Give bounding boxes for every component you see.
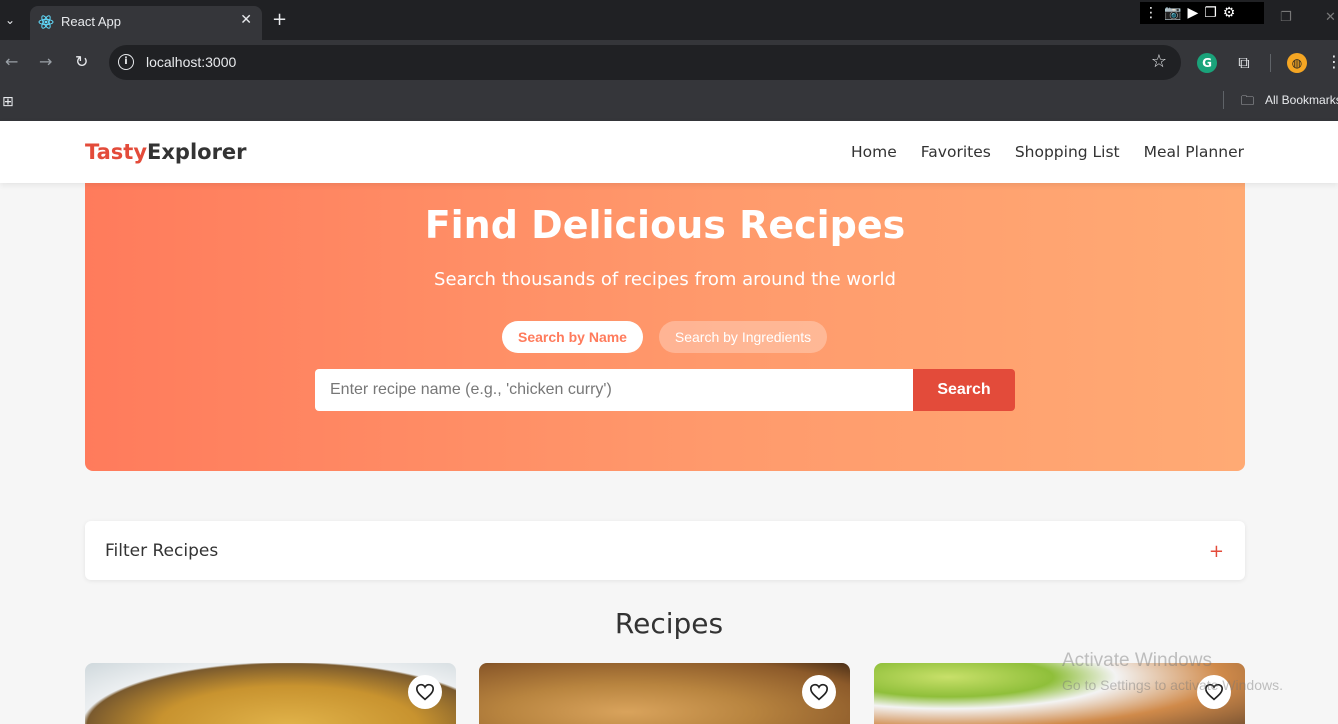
video-icon[interactable]: ▶ (1187, 3, 1198, 23)
bookmarks-divider (1223, 91, 1224, 109)
react-icon (38, 15, 54, 29)
recipe-card[interactable] (479, 663, 850, 724)
expand-plus-icon[interactable]: + (1209, 541, 1224, 562)
recipes-heading: Recipes (614, 607, 724, 640)
folder-icon[interactable]: 🗀 (1241, 92, 1254, 114)
heart-icon (809, 683, 829, 701)
activate-windows-subtext: Go to Settings to activate Windows. (1062, 677, 1283, 693)
hero-subtitle: Search thousands of recipes from around … (434, 269, 896, 290)
search-by-name-toggle[interactable]: Search by Name (502, 321, 643, 353)
restore-icon[interactable]: ❐ (1280, 10, 1292, 25)
nav-links: Home Favorites Shopping List Meal Planne… (851, 143, 1244, 161)
toolbar-divider (1270, 54, 1271, 72)
address-bar-row: ← → ↻ i localhost:3000 ☆ G ⧉ ◍ ⋮ (0, 40, 1338, 86)
all-bookmarks-link[interactable]: All Bookmarks (1265, 93, 1338, 107)
nav-favorites[interactable]: Favorites (921, 143, 991, 161)
recipe-card[interactable] (874, 663, 1245, 724)
gear-icon[interactable]: ⚙ (1223, 3, 1236, 23)
logo-part-1: Tasty (85, 140, 148, 164)
url-text[interactable]: localhost:3000 (146, 54, 236, 70)
recipe-card[interactable] (85, 663, 456, 724)
filter-title: Filter Recipes (105, 541, 219, 561)
extensions-icon[interactable]: ⧉ (1234, 53, 1254, 73)
heart-icon (415, 683, 435, 701)
search-input[interactable]: Enter recipe name (e.g., 'chicken curry'… (315, 369, 913, 411)
search-by-ingredients-toggle[interactable]: Search by Ingredients (659, 321, 827, 353)
hero-banner: Find Delicious Recipes Search thousands … (85, 183, 1245, 471)
nav-shopping-list[interactable]: Shopping List (1015, 143, 1120, 161)
bookmarks-bar: ⊞ 🗀 All Bookmarks (0, 86, 1338, 121)
logo-part-2: Explorer (147, 140, 247, 164)
nav-meal-planner[interactable]: Meal Planner (1144, 143, 1244, 161)
browser-tab[interactable]: React App ✕ (30, 6, 262, 40)
grammarly-icon[interactable]: G (1197, 53, 1217, 73)
more-icon[interactable]: ⋮ (1144, 3, 1158, 23)
app-navbar: TastyExplorer Home Favorites Shopping Li… (0, 121, 1338, 183)
tab-title: React App (61, 14, 121, 29)
camera-icon[interactable]: 📷 (1164, 3, 1181, 23)
filter-panel[interactable]: Filter Recipes + (85, 521, 1245, 580)
nav-home[interactable]: Home (851, 143, 897, 161)
forward-icon[interactable]: → (39, 52, 52, 72)
favorite-heart-button[interactable] (802, 675, 836, 709)
hero-title: Find Delicious Recipes (424, 203, 906, 247)
logo[interactable]: TastyExplorer (85, 140, 247, 164)
new-tab-icon[interactable]: + (272, 9, 287, 31)
menu-icon[interactable]: ⋮ (1326, 52, 1338, 71)
window-close-icon[interactable]: ✕ (1325, 10, 1336, 25)
bookmark-star-icon[interactable]: ☆ (1151, 51, 1167, 72)
browser-tab-bar: ⌄ React App ✕ + ⋮ 📷 ▶ ❐ ⚙ ❐ ✕ (0, 0, 1338, 40)
search-button[interactable]: Search (913, 369, 1015, 411)
back-icon[interactable]: ← (5, 52, 18, 72)
apps-grid-icon[interactable]: ⊞ (2, 94, 14, 110)
profile-avatar[interactable]: ◍ (1287, 53, 1307, 73)
tab-search-icon[interactable]: ⌄ (0, 8, 20, 32)
favorite-heart-button[interactable] (408, 675, 442, 709)
window-icon[interactable]: ❐ (1204, 3, 1217, 23)
site-info-icon[interactable]: i (118, 54, 134, 70)
reload-icon[interactable]: ↻ (75, 52, 88, 72)
close-icon[interactable]: ✕ (240, 12, 252, 28)
activate-windows-watermark: Activate Windows (1062, 650, 1212, 671)
omnibox[interactable]: i localhost:3000 ☆ (109, 45, 1181, 80)
capture-toolbar: ⋮ 📷 ▶ ❐ ⚙ (1140, 2, 1264, 24)
